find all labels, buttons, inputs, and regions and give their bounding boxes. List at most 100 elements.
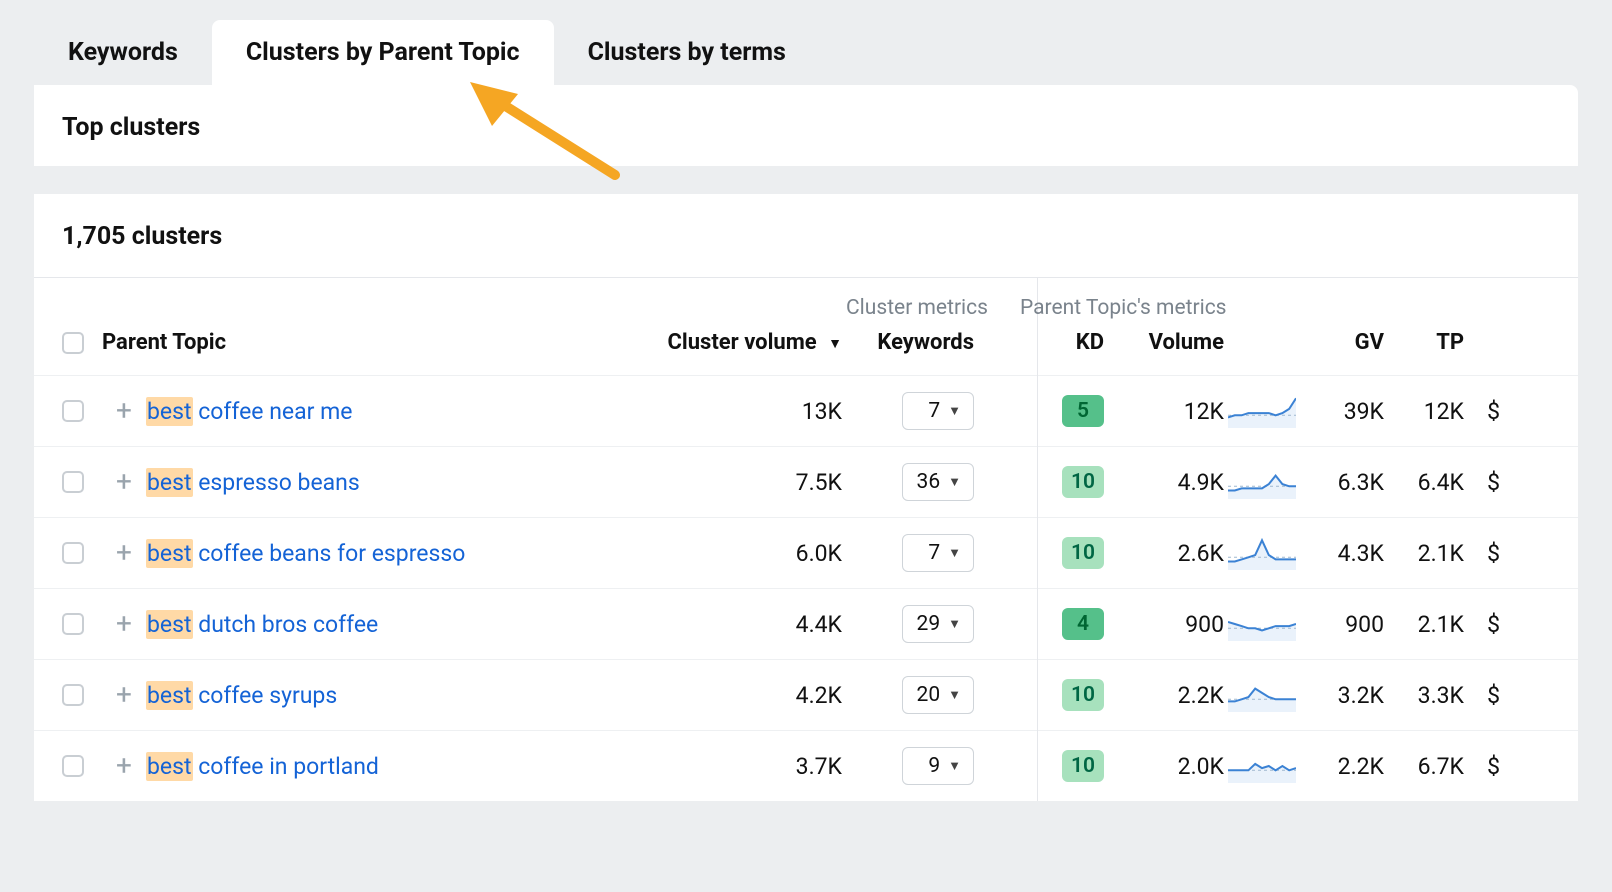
col-keywords[interactable]: Keywords	[842, 330, 992, 355]
keywords-count: 9	[928, 754, 940, 778]
parent-topic-link[interactable]: best coffee syrups	[146, 682, 632, 709]
trailing-value: $	[1464, 469, 1500, 496]
col-volume[interactable]: Volume	[1104, 330, 1224, 355]
row-checkbox[interactable]	[62, 400, 84, 422]
col-parent-topic[interactable]: Parent Topic	[102, 330, 632, 355]
cluster-volume-value: 13K	[632, 398, 842, 425]
keywords-dropdown[interactable]: 29 ▼	[902, 605, 974, 643]
col-tp[interactable]: TP	[1384, 330, 1464, 355]
volume-sparkline	[1224, 394, 1300, 428]
keywords-dropdown[interactable]: 20 ▼	[902, 676, 974, 714]
expand-icon[interactable]: +	[102, 610, 146, 638]
trailing-value: $	[1464, 540, 1500, 567]
parent-topic-link[interactable]: best dutch bros coffee	[146, 611, 632, 638]
expand-icon[interactable]: +	[102, 539, 146, 567]
gv-value: 900	[1300, 611, 1384, 638]
tab-keywords[interactable]: Keywords	[34, 20, 212, 85]
volume-sparkline	[1224, 536, 1300, 570]
clusters-table: Cluster metrics Parent Topic's metrics P…	[34, 277, 1578, 801]
tp-value: 6.7K	[1384, 753, 1464, 780]
volume-value: 12K	[1104, 398, 1224, 425]
chevron-down-icon: ▼	[948, 758, 961, 774]
metrics-divider	[1037, 278, 1038, 801]
volume-sparkline	[1224, 749, 1300, 783]
tabs: Keywords Clusters by Parent Topic Cluste…	[0, 0, 1612, 85]
expand-icon[interactable]: +	[102, 681, 146, 709]
keywords-dropdown[interactable]: 7 ▼	[902, 392, 974, 430]
tp-value: 6.4K	[1384, 469, 1464, 496]
kd-badge: 10	[1062, 750, 1104, 782]
row-checkbox[interactable]	[62, 613, 84, 635]
cluster-volume-value: 4.2K	[632, 682, 842, 709]
chevron-down-icon: ▼	[948, 474, 961, 490]
tab-clusters-parent-topic[interactable]: Clusters by Parent Topic	[212, 20, 554, 85]
kd-badge: 10	[1062, 537, 1104, 569]
cluster-volume-value: 4.4K	[632, 611, 842, 638]
volume-sparkline	[1224, 465, 1300, 499]
col-cluster-volume[interactable]: Cluster volume ▼	[632, 330, 842, 355]
top-clusters-panel: Top clusters	[34, 85, 1578, 166]
gv-value: 2.2K	[1300, 753, 1384, 780]
col-kd[interactable]: KD	[1032, 330, 1104, 355]
clusters-count-box: 1,705 clusters	[34, 194, 1578, 277]
col-cluster-volume-label: Cluster volume	[668, 330, 817, 355]
tp-value: 12K	[1384, 398, 1464, 425]
parent-topic-link[interactable]: best coffee near me	[146, 398, 632, 425]
table-row: + best coffee syrups 4.2K 20 ▼ 10 2.2K 3…	[34, 659, 1578, 730]
keywords-count: 7	[928, 399, 940, 423]
tab-clusters-terms[interactable]: Clusters by terms	[554, 20, 820, 85]
gv-value: 3.2K	[1300, 682, 1384, 709]
table-row: + best coffee beans for espresso 6.0K 7 …	[34, 517, 1578, 588]
table-header-row: Parent Topic Cluster volume ▼ Keywords K…	[34, 330, 1578, 375]
tp-value: 2.1K	[1384, 611, 1464, 638]
col-gv[interactable]: GV	[1300, 330, 1384, 355]
kd-badge: 4	[1062, 608, 1104, 640]
select-all-checkbox[interactable]	[62, 332, 84, 354]
kd-badge: 10	[1062, 679, 1104, 711]
volume-value: 2.6K	[1104, 540, 1224, 567]
volume-value: 4.9K	[1104, 469, 1224, 496]
tp-value: 3.3K	[1384, 682, 1464, 709]
expand-icon[interactable]: +	[102, 468, 146, 496]
gv-value: 39K	[1300, 398, 1384, 425]
keywords-dropdown[interactable]: 36 ▼	[902, 463, 974, 501]
trailing-value: $	[1464, 753, 1500, 780]
table-row: + best coffee near me 13K 7 ▼ 5 12K 39K …	[34, 375, 1578, 446]
expand-icon[interactable]: +	[102, 752, 146, 780]
keywords-count: 20	[917, 683, 941, 707]
sort-desc-icon: ▼	[828, 335, 842, 352]
tp-value: 2.1K	[1384, 540, 1464, 567]
keywords-count: 7	[928, 541, 940, 565]
cluster-metrics-label: Cluster metrics	[34, 278, 1004, 330]
row-checkbox[interactable]	[62, 471, 84, 493]
row-checkbox[interactable]	[62, 684, 84, 706]
volume-value: 2.0K	[1104, 753, 1224, 780]
row-checkbox[interactable]	[62, 542, 84, 564]
table-row: + best espresso beans 7.5K 36 ▼ 10 4.9K …	[34, 446, 1578, 517]
keywords-dropdown[interactable]: 9 ▼	[902, 747, 974, 785]
keywords-dropdown[interactable]: 7 ▼	[902, 534, 974, 572]
gv-value: 4.3K	[1300, 540, 1384, 567]
kd-badge: 5	[1062, 395, 1104, 427]
volume-sparkline	[1224, 678, 1300, 712]
clusters-count-label: 1,705 clusters	[62, 222, 1550, 251]
top-clusters-heading: Top clusters	[62, 113, 1550, 142]
parent-topic-link[interactable]: best coffee beans for espresso	[146, 540, 632, 567]
chevron-down-icon: ▼	[948, 616, 961, 632]
parent-topic-link[interactable]: best coffee in portland	[146, 753, 632, 780]
kd-badge: 10	[1062, 466, 1104, 498]
table-row: + best coffee in portland 3.7K 9 ▼ 10 2.…	[34, 730, 1578, 801]
column-group-labels: Cluster metrics Parent Topic's metrics	[34, 278, 1578, 330]
volume-sparkline	[1224, 607, 1300, 641]
cluster-volume-value: 7.5K	[632, 469, 842, 496]
chevron-down-icon: ▼	[948, 687, 961, 703]
cluster-volume-value: 3.7K	[632, 753, 842, 780]
keywords-count: 29	[917, 612, 941, 636]
cluster-volume-value: 6.0K	[632, 540, 842, 567]
expand-icon[interactable]: +	[102, 397, 146, 425]
chevron-down-icon: ▼	[948, 545, 961, 561]
parent-topic-link[interactable]: best espresso beans	[146, 469, 632, 496]
row-checkbox[interactable]	[62, 755, 84, 777]
gv-value: 6.3K	[1300, 469, 1384, 496]
keywords-count: 36	[917, 470, 941, 494]
